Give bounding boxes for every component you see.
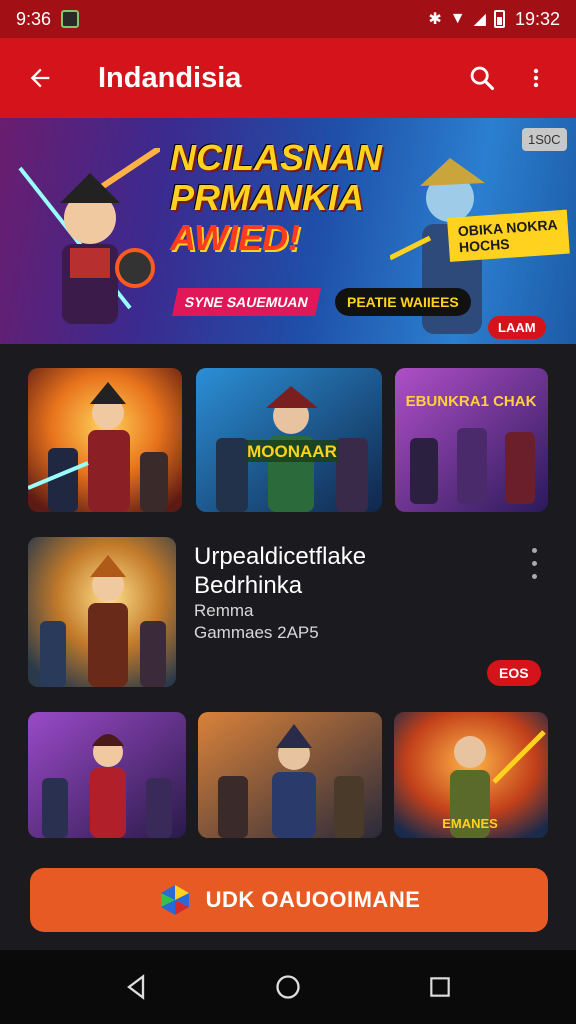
back-button[interactable] — [16, 54, 64, 102]
wifi-icon: ▼ — [449, 10, 466, 27]
promo-banner[interactable]: NCILASNAN PRMANKIA AWIED! OBIKA NOKRA HO… — [0, 118, 576, 344]
search-button[interactable] — [458, 54, 506, 102]
status-bar: 9:36 ✱ ▼ ◢ 19:32 — [0, 0, 576, 38]
featured-badge[interactable]: EOS — [487, 660, 541, 686]
featured-title[interactable]: Urpealdicetflake Bedrhinka — [194, 542, 514, 600]
featured-game-art — [28, 537, 176, 687]
bluetooth-icon: ✱ — [428, 11, 442, 28]
banner-pill-right[interactable]: PEATIE WAIIEES — [335, 288, 471, 316]
more-vert-icon — [533, 68, 539, 88]
download-game-button[interactable]: UDK OAUOOIMANE — [30, 868, 548, 932]
featured-subtitle-line1: Remma — [194, 601, 254, 620]
nav-recents-button[interactable] — [412, 959, 468, 1015]
signal-icon: ◢ — [473, 11, 486, 28]
game-art-1 — [28, 368, 182, 512]
nav-home-icon — [276, 975, 300, 999]
back-arrow-icon — [30, 68, 50, 88]
overflow-menu-button[interactable] — [512, 54, 560, 102]
nav-back-button[interactable] — [108, 959, 164, 1015]
banner-pill-left[interactable]: SYNE SAUEMUAN — [172, 288, 321, 316]
game-art-3: EBUNKRA1 CHAK — [395, 368, 548, 512]
game-logo-icon — [160, 885, 189, 915]
game-art-4 — [28, 712, 186, 838]
nav-recents-icon — [430, 977, 450, 997]
featured-subtitle-line2: Gammaes 2AP5 — [194, 623, 319, 642]
status-time-right: 19:32 — [514, 8, 560, 29]
more-dot-icon — [531, 574, 537, 579]
search-icon — [470, 66, 495, 91]
game-thumbnail-1[interactable] — [28, 368, 182, 512]
game-art-6: EMANES — [394, 712, 548, 838]
system-navigation-bar — [0, 950, 576, 1024]
featured-title-line1: Urpealdicetflake — [194, 543, 367, 570]
game-art-2-title: MOONAAR — [247, 442, 337, 461]
more-dot-icon — [531, 548, 537, 553]
game-art-6-title: EMANES — [442, 816, 498, 831]
app-notification-icon — [61, 10, 80, 28]
battery-icon — [493, 10, 505, 28]
banner-hero-left-illustration — [18, 148, 160, 324]
banner-sticker: OBIKA NOKRA HOCHS — [447, 209, 570, 262]
featured-subtitle: Remma Gammaes 2AP5 — [194, 600, 319, 644]
featured-title-line2: Bedrhinka — [194, 572, 303, 599]
game-thumbnail-5[interactable] — [198, 712, 382, 838]
banner-tag-bottom[interactable]: LAAM — [488, 316, 546, 339]
featured-more-button[interactable] — [522, 548, 546, 596]
status-time-left: 9:36 — [16, 8, 52, 29]
page-title: Indandisia — [98, 61, 242, 94]
more-dot-icon — [531, 561, 537, 566]
game-art-3-title: EBUNKRA1 CHAK — [406, 393, 537, 410]
nav-home-button[interactable] — [260, 959, 316, 1015]
nav-back-icon — [127, 974, 145, 1000]
game-thumbnail-2[interactable]: MOONAAR — [196, 368, 382, 512]
banner-tag-top: 1S0C — [522, 128, 567, 151]
game-art-5 — [198, 712, 382, 838]
featured-game-image[interactable] — [28, 537, 176, 687]
download-game-label: UDK OAUOOIMANE — [205, 887, 421, 912]
game-thumbnail-4[interactable] — [28, 712, 186, 838]
app-bar: Indandisia — [0, 38, 576, 118]
game-thumbnail-6[interactable]: EMANES — [394, 712, 548, 838]
game-art-2: MOONAAR — [196, 368, 382, 512]
game-thumbnail-3[interactable]: EBUNKRA1 CHAK — [395, 368, 548, 512]
